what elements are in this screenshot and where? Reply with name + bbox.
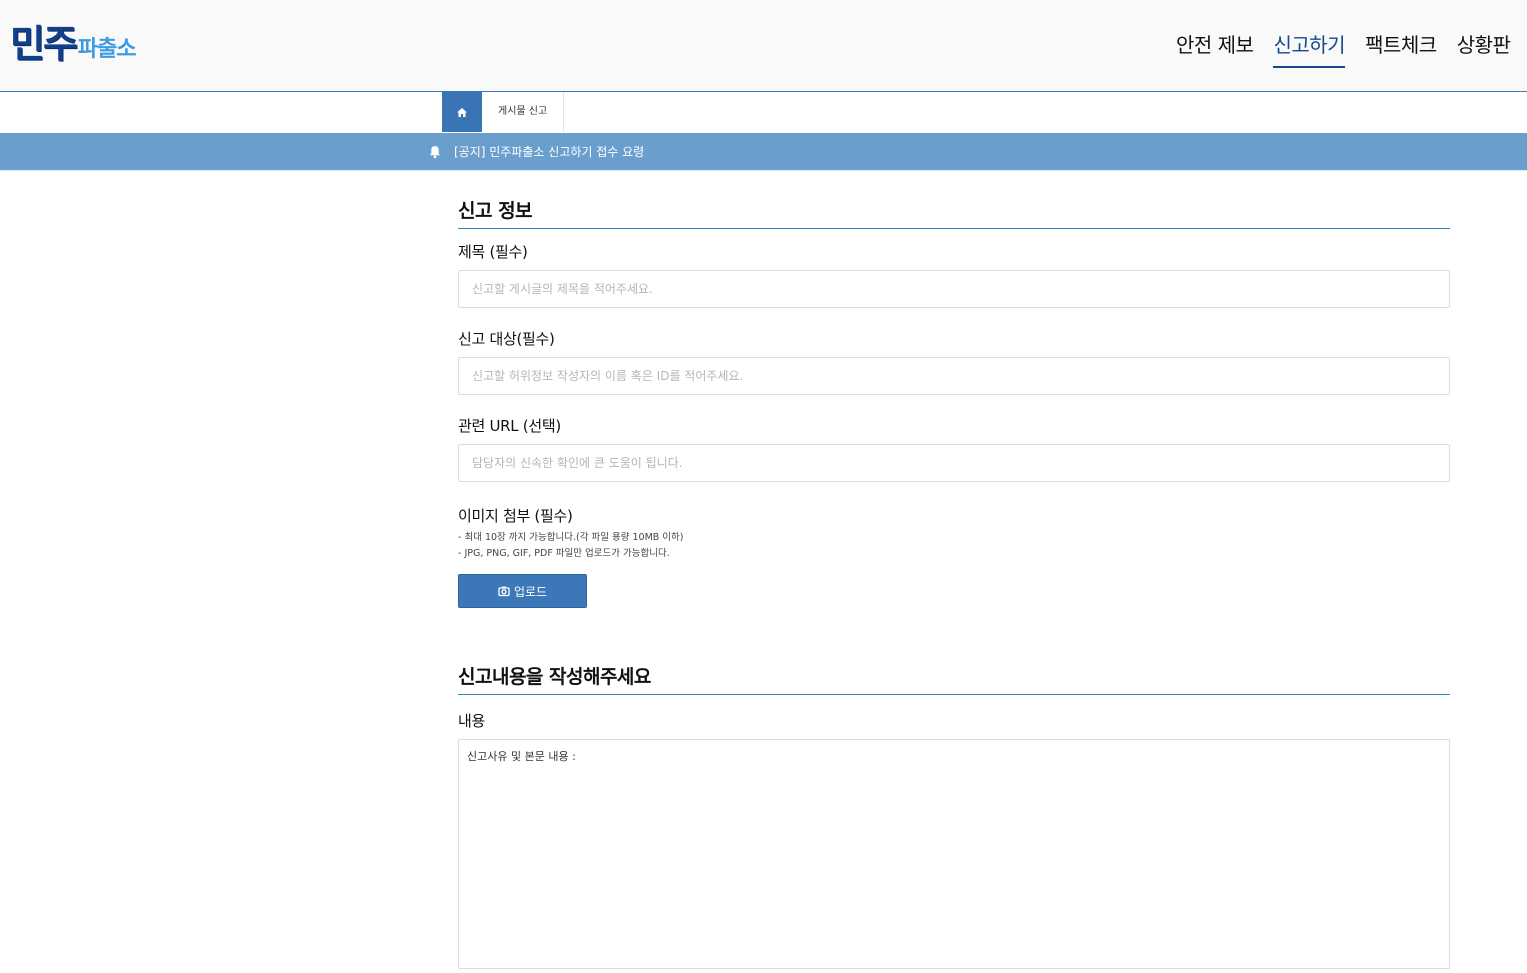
nav-item-fact-check[interactable]: 팩트체크 <box>1365 30 1437 66</box>
bell-icon <box>430 145 440 158</box>
home-icon <box>457 107 467 117</box>
title-input[interactable] <box>458 270 1450 308</box>
content-textarea[interactable]: 신고사유 및 본문 내용 : <box>458 739 1450 969</box>
site-logo[interactable]: 민주 파출소 <box>10 16 137 66</box>
main-nav: 안전 제보 신고하기 팩트체크 상황판 <box>1176 30 1527 70</box>
logo-main-text: 민주 <box>10 22 78 66</box>
upload-button[interactable]: 업로드 <box>458 574 587 608</box>
title-field-label: 제목 (필수) <box>458 243 528 261</box>
nav-item-report[interactable]: 신고하기 <box>1273 30 1346 68</box>
logo-sub-text: 파출소 <box>77 37 137 62</box>
breadcrumb-current[interactable]: 게시물 신고 <box>482 92 565 132</box>
report-form: 신고 정보 제목 (필수) 신고 대상(필수) 관련 URL (선택) 이미지 … <box>458 196 1450 973</box>
breadcrumb-home-button[interactable] <box>442 92 482 132</box>
notice-text: [공지] 민주파출소 신고하기 접수 요령 <box>454 145 645 159</box>
section-title-report-info: 신고 정보 <box>458 196 1450 229</box>
camera-icon <box>498 586 510 597</box>
nav-item-safety-report[interactable]: 안전 제보 <box>1176 30 1254 66</box>
image-hint-format: - JPG, PNG, GIF, PDF 파일만 업로드가 가능합니다. <box>458 548 670 559</box>
image-hint-size: - 최대 10장 까지 가능합니다.(각 파일 용량 10MB 이하) <box>458 532 684 543</box>
section-title-content: 신고내용을 작성해주세요 <box>458 662 1450 695</box>
url-input[interactable] <box>458 444 1450 482</box>
notice-link[interactable]: [공지] 민주파출소 신고하기 접수 요령 <box>428 133 644 170</box>
site-header: 민주 파출소 안전 제보 신고하기 팩트체크 상황판 <box>0 0 1527 92</box>
target-input[interactable] <box>458 357 1450 395</box>
url-field-label: 관련 URL (선택) <box>458 417 561 435</box>
notice-bar: [공지] 민주파출소 신고하기 접수 요령 <box>0 133 1527 171</box>
breadcrumb: 게시물 신고 <box>442 92 565 132</box>
image-attach-label: 이미지 첨부 (필수) <box>458 507 573 525</box>
target-field-label: 신고 대상(필수) <box>458 330 555 348</box>
upload-button-label: 업로드 <box>513 584 548 599</box>
nav-item-status-board[interactable]: 상황판 <box>1457 30 1511 66</box>
content-field-label: 내용 <box>458 712 486 730</box>
